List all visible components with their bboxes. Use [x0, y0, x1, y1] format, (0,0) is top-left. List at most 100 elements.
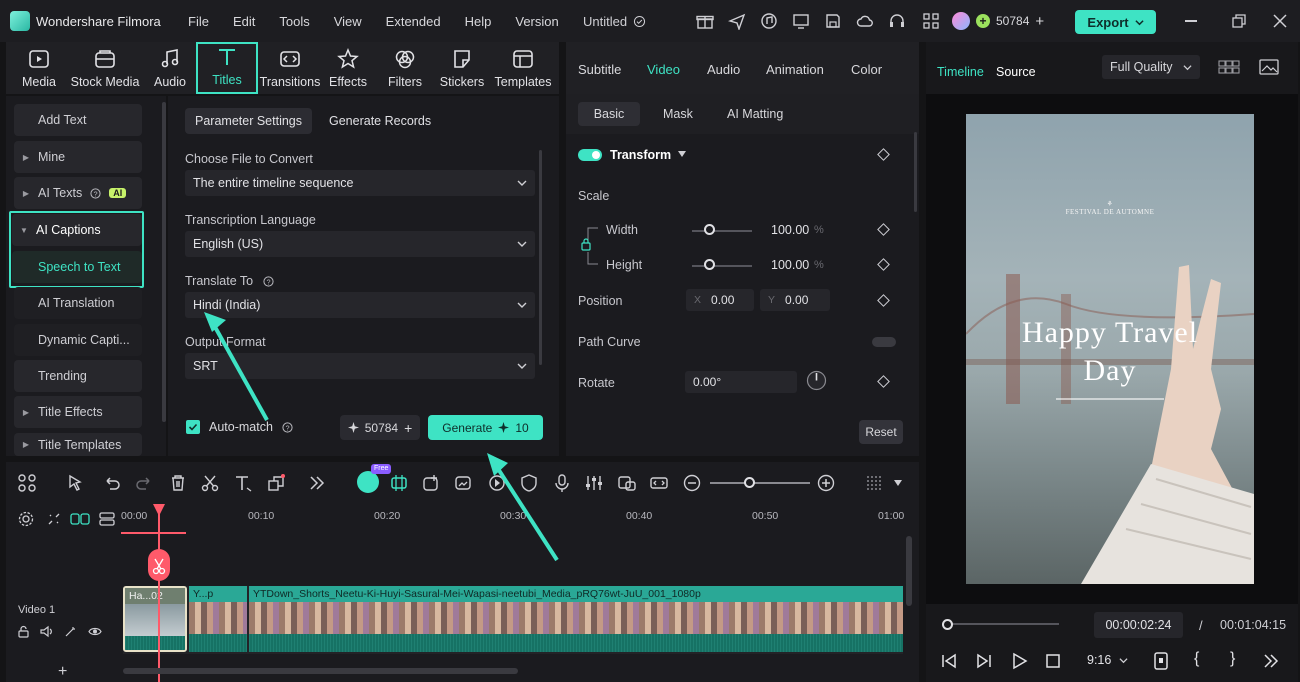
speaker-icon[interactable] [40, 625, 53, 638]
add-credits-icon[interactable]: + [1035, 13, 1044, 30]
tab-color[interactable]: Color [851, 62, 882, 77]
cloud-upload-icon[interactable] [856, 12, 874, 30]
sidebar-item-dynamic-captions[interactable]: Dynamic Capti... [14, 324, 142, 356]
tab-transitions[interactable]: Transitions [258, 42, 322, 94]
minimize-button[interactable] [1185, 20, 1197, 22]
text-tool-icon[interactable] [233, 473, 253, 493]
menu-help[interactable]: Help [465, 14, 492, 29]
zoom-slider[interactable] [710, 482, 810, 484]
zoom-slider-knob[interactable] [744, 477, 755, 488]
auto-match-checkbox[interactable] [186, 420, 200, 434]
file-select[interactable]: The entire timeline sequence [185, 170, 535, 196]
tab-ai-matting[interactable]: AI Matting [713, 102, 797, 126]
transition-clip-icon[interactable] [649, 473, 669, 493]
menu-extended[interactable]: Extended [386, 14, 441, 29]
translate-select[interactable]: Hindi (India) [185, 292, 535, 318]
video-viewport[interactable]: ⚘ FESTIVAL DE AUTOMNE Happy Travel Day [926, 94, 1298, 604]
undo-icon[interactable] [102, 473, 122, 493]
playback-progress[interactable] [944, 623, 1059, 625]
next-frame-icon[interactable] [975, 652, 993, 670]
phone-preview-icon[interactable] [1153, 652, 1169, 670]
sidebar-item-add-text[interactable]: Add Text [14, 104, 142, 136]
shield-icon[interactable] [519, 473, 539, 493]
properties-scrollbar[interactable] [914, 132, 917, 212]
reset-button[interactable]: Reset [859, 420, 903, 444]
clip-second[interactable]: Y...p [189, 586, 247, 652]
stop-icon[interactable] [1044, 652, 1062, 670]
image-edit-icon[interactable] [453, 473, 473, 493]
tab-stock-media[interactable]: Stock Media [69, 42, 141, 94]
video-track[interactable]: Ha...02 Y...p YTDown_Shorts_Neetu-Ki-Huy… [123, 586, 903, 654]
sidebar-item-speech-to-text[interactable]: Speech to Text [12, 251, 142, 283]
support-headset-icon[interactable] [888, 12, 906, 30]
tab-mask[interactable]: Mask [649, 102, 707, 126]
close-button[interactable] [1273, 14, 1287, 28]
help-circle-icon[interactable]: ? [263, 275, 274, 287]
menu-tools[interactable]: Tools [279, 14, 309, 29]
height-value[interactable]: 100.00 [771, 258, 809, 272]
sidebar-scrollbar[interactable] [162, 102, 166, 422]
width-slider[interactable] [692, 230, 752, 232]
mark-out-icon[interactable]: } [1230, 650, 1235, 668]
layout-grid-icon[interactable] [17, 473, 37, 493]
select-pointer-icon[interactable] [66, 473, 86, 493]
ai-robot-icon[interactable] [357, 471, 379, 493]
split-scissors-button[interactable] [148, 549, 170, 581]
param-scrollbar[interactable] [539, 150, 542, 365]
scissors-icon[interactable] [200, 473, 220, 493]
apps-grid-icon[interactable] [922, 12, 940, 30]
tab-generate-records[interactable]: Generate Records [319, 108, 441, 134]
keyframe-diamond-icon[interactable] [877, 148, 890, 161]
audio-mixer-icon[interactable] [584, 473, 604, 493]
magnet-snap-icon[interactable] [70, 511, 90, 527]
ai-clip-icon[interactable] [389, 473, 409, 493]
tab-titles[interactable]: Titles [196, 42, 258, 94]
menu-edit[interactable]: Edit [233, 14, 255, 29]
height-slider-knob[interactable] [704, 259, 715, 270]
height-slider[interactable] [692, 265, 752, 267]
tab-templates[interactable]: Templates [490, 42, 556, 94]
track-settings-gear-icon[interactable] [18, 511, 34, 527]
timeline-vertical-scrollbar[interactable] [906, 536, 912, 606]
avatar[interactable] [952, 12, 970, 30]
credits-button[interactable]: 50784 + [340, 415, 420, 440]
track-layout-icon[interactable] [864, 473, 884, 493]
format-select[interactable]: SRT [185, 353, 535, 379]
more-chevron-icon[interactable] [1263, 653, 1279, 669]
tab-subtitle[interactable]: Subtitle [578, 62, 621, 77]
zoom-out-icon[interactable] [682, 473, 702, 493]
eye-icon[interactable] [88, 625, 102, 638]
tab-source[interactable]: Source [996, 65, 1036, 79]
sidebar-item-ai-captions[interactable]: ▼ AI Captions [12, 214, 142, 246]
menu-view[interactable]: View [334, 14, 362, 29]
mark-in-icon[interactable]: { [1194, 650, 1199, 668]
tab-audio[interactable]: Audio [707, 62, 740, 77]
caret-down-icon[interactable] [894, 480, 902, 486]
rotate-dial-icon[interactable] [806, 370, 827, 391]
tab-timeline[interactable]: Timeline [937, 65, 984, 79]
tab-basic[interactable]: Basic [578, 102, 640, 126]
sidebar-item-trending[interactable]: Trending [14, 360, 142, 392]
width-value[interactable]: 100.00 [771, 223, 809, 237]
width-slider-knob[interactable] [704, 224, 715, 235]
rotate-field[interactable]: 0.00° [685, 371, 797, 393]
speed-ramp-icon[interactable] [487, 473, 507, 493]
add-media-icon[interactable] [421, 473, 441, 493]
transform-toggle[interactable] [578, 149, 602, 161]
tab-filters[interactable]: Filters [375, 42, 435, 94]
image-snapshot-icon[interactable] [1259, 58, 1279, 76]
caret-down-icon[interactable] [678, 151, 686, 157]
timeline-horizontal-scrollbar[interactable] [123, 668, 518, 674]
position-y-field[interactable]: Y 0.00 [760, 289, 830, 311]
clip-main[interactable]: YTDown_Shorts_Neetu-Ki-Huyi-Sasural-Mei-… [249, 586, 903, 652]
language-select[interactable]: English (US) [185, 231, 535, 257]
microphone-icon[interactable] [552, 473, 572, 493]
previous-frame-icon[interactable] [940, 652, 958, 670]
sidebar-item-title-templates[interactable]: ▶ Title Templates [14, 433, 142, 456]
credits-pill[interactable]: + 50784 + [952, 10, 1044, 32]
ai-wand-icon[interactable] [64, 625, 77, 638]
delete-trash-icon[interactable] [168, 473, 188, 493]
sidebar-item-title-effects[interactable]: ▶ Title Effects [14, 396, 142, 428]
playhead[interactable] [158, 504, 160, 682]
replace-clip-icon[interactable] [617, 473, 637, 493]
